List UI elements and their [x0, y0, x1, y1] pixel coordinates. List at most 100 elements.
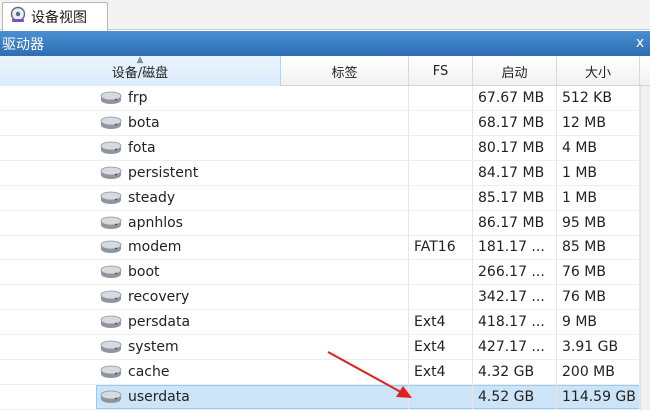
cell-fs — [409, 86, 473, 110]
cell-text: 3.91 GB — [562, 339, 619, 355]
column-header-size[interactable]: 大小 — [557, 56, 640, 86]
table-row[interactable]: modem FAT16 181.17 ... 85 MB — [0, 235, 650, 261]
cell-text: 84.17 MB — [478, 164, 545, 181]
disk-partition-icon — [100, 116, 122, 130]
cell-text: 86.17 MB — [478, 214, 545, 231]
partition-name: persdata — [128, 314, 191, 331]
partition-name: persistent — [128, 164, 199, 181]
cell-start: 67.67 MB — [473, 86, 557, 110]
cell-name: cache — [0, 360, 281, 384]
table-row[interactable]: bota 68.17 MB 12 MB — [0, 110, 650, 136]
partition-name: bota — [128, 114, 160, 131]
cell-size: 95 MB — [557, 210, 640, 235]
cell-text: Ext4 — [414, 339, 446, 355]
cell-start: 4.32 GB — [473, 359, 557, 384]
table-row[interactable]: recovery 342.17 ... 76 MB — [0, 285, 650, 311]
cell-name: boot — [0, 260, 281, 284]
cell-fs: FAT16 — [409, 235, 473, 260]
cell-fs: Ext4 — [409, 310, 473, 335]
close-icon[interactable]: x — [632, 34, 648, 52]
cell-size: 12 MB — [557, 110, 640, 135]
column-label: FS — [432, 63, 449, 79]
cell-start: 181.17 ... — [473, 235, 557, 260]
cell-start: 342.17 ... — [473, 285, 557, 310]
cell-fs — [409, 110, 473, 135]
table-row[interactable]: persdata Ext4 418.17 ... 9 MB — [0, 310, 650, 336]
table-row[interactable]: system Ext4 427.17 ... 3.91 GB — [0, 335, 650, 360]
partition-name: apnhlos — [128, 214, 183, 231]
cell-text: 114.59 GB — [562, 388, 636, 405]
cell-size: 4 MB — [557, 135, 640, 160]
cell-label — [281, 135, 409, 160]
disk-partition-icon — [100, 365, 122, 379]
cell-text: 427.17 ... — [478, 339, 545, 355]
device-view-icon — [9, 6, 27, 28]
column-header-start[interactable]: 启动 — [473, 56, 557, 86]
column-header-fs[interactable]: FS — [409, 56, 473, 86]
disk-partition-icon — [100, 290, 122, 304]
partition-name: cache — [128, 363, 170, 380]
column-header-device[interactable]: ▲ 设备/磁盘 — [0, 55, 281, 86]
cell-text: 181.17 ... — [478, 239, 545, 256]
partition-name: steady — [128, 189, 176, 206]
cell-text: Ext4 — [414, 314, 446, 331]
table-row[interactable]: fota 80.17 MB 4 MB — [0, 135, 650, 161]
partition-name: userdata — [128, 388, 190, 405]
panel-title: 驱动器 — [2, 36, 44, 53]
cell-text: 85.17 MB — [478, 189, 545, 206]
cell-fs — [409, 260, 473, 285]
table-row[interactable]: boot 266.17 ... 76 MB — [0, 260, 650, 286]
cell-fs — [409, 185, 473, 210]
table-row[interactable]: cache Ext4 4.32 GB 200 MB — [0, 359, 650, 385]
cell-size: 114.59 GB — [557, 384, 640, 409]
table-row[interactable]: steady 85.17 MB 1 MB — [0, 185, 650, 211]
cell-start: 80.17 MB — [473, 135, 557, 160]
cell-text: 4.32 GB — [478, 363, 535, 380]
disk-partition-icon — [100, 166, 122, 180]
cell-text: 95 MB — [562, 214, 606, 231]
cell-fs — [409, 135, 473, 160]
cell-name: bota — [0, 111, 281, 135]
column-header-row: ▲ 设备/磁盘 标签 FS 启动 大小 — [0, 55, 650, 86]
tab-label: 设备视图 — [31, 10, 87, 26]
cell-name: userdata — [0, 385, 281, 409]
partition-name: system — [128, 339, 179, 355]
cell-label — [281, 160, 409, 185]
table-row[interactable]: frp 67.67 MB 512 KB — [0, 86, 650, 111]
cell-label — [281, 110, 409, 135]
cell-label — [281, 285, 409, 310]
cell-fs — [409, 384, 473, 409]
table-row[interactable]: persistent 84.17 MB 1 MB — [0, 160, 650, 186]
cell-size: 76 MB — [557, 260, 640, 285]
cell-fs — [409, 285, 473, 310]
table-row[interactable]: userdata 4.52 GB 114.59 GB — [0, 384, 650, 410]
cell-label — [281, 384, 409, 409]
partition-name: modem — [128, 239, 182, 256]
cell-size: 85 MB — [557, 235, 640, 260]
cell-text: 9 MB — [562, 314, 598, 331]
cell-text: 67.67 MB — [478, 90, 545, 106]
tab-device-view[interactable]: 设备视图 — [2, 2, 108, 31]
cell-name: persistent — [0, 161, 281, 185]
cell-text: 4.52 GB — [478, 388, 535, 405]
cell-fs — [409, 160, 473, 185]
disk-partition-icon — [100, 340, 122, 354]
cell-name: fota — [0, 136, 281, 160]
cell-label — [281, 359, 409, 384]
table-row[interactable]: apnhlos 86.17 MB 95 MB — [0, 210, 650, 236]
partition-name: fota — [128, 139, 156, 156]
cell-text: Ext4 — [414, 363, 446, 380]
cell-text: 1 MB — [562, 164, 598, 181]
vertical-scrollbar[interactable] — [640, 86, 650, 410]
cell-text: 418.17 ... — [478, 314, 545, 331]
partition-name: frp — [128, 90, 148, 106]
cell-name: system — [0, 335, 281, 359]
cell-label — [281, 210, 409, 235]
cell-label — [281, 235, 409, 260]
disk-partition-icon — [100, 315, 122, 329]
cell-name: persdata — [0, 310, 281, 334]
column-header-label[interactable]: 标签 — [281, 56, 409, 86]
cell-label — [281, 185, 409, 210]
disk-partition-icon — [100, 91, 122, 105]
partition-name: boot — [128, 264, 160, 281]
